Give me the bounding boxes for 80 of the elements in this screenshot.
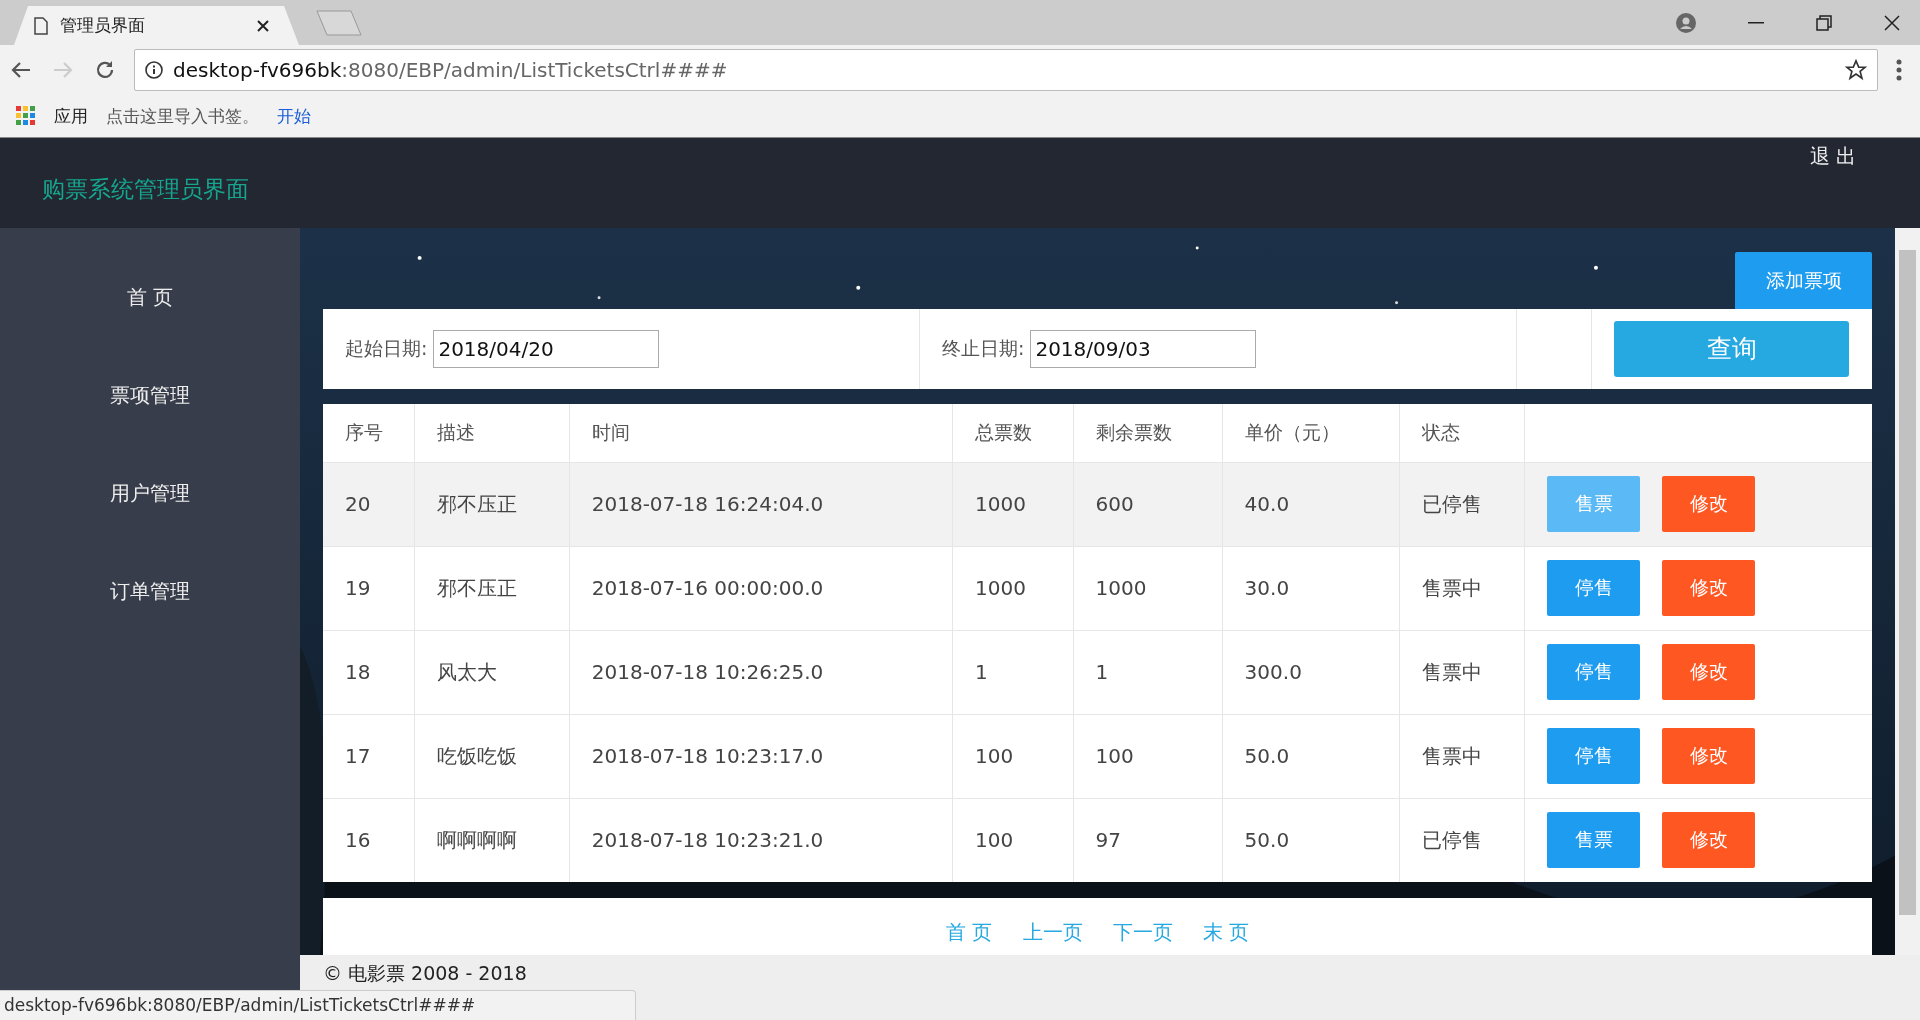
bookmark-link[interactable]: 应用 [54, 104, 88, 128]
table-cell: 100 [1073, 714, 1223, 799]
sidebar-item[interactable]: 订单管理 [0, 542, 300, 640]
table-cell: 1 [1073, 630, 1223, 715]
bookmark-hint: 点击这里导入书签。 [106, 104, 259, 128]
table-cell: 100 [952, 798, 1073, 882]
reload-icon[interactable] [95, 60, 115, 80]
sidebar-item[interactable]: 票项管理 [0, 346, 300, 444]
edit-button[interactable]: 修改 [1662, 560, 1756, 617]
table-cell: 40.0 [1222, 462, 1400, 547]
date-field[interactable]: 2018/04/20 [433, 329, 660, 368]
page-link[interactable]: 上一页 [1022, 909, 1083, 955]
back-icon[interactable] [11, 61, 31, 79]
apps-grid-icon[interactable] [16, 106, 36, 126]
page-link[interactable]: 末 页 [1202, 909, 1249, 955]
table-cell: 2018-07-16 00:00:00.0 [569, 546, 953, 631]
sale-toggle-button[interactable]: 停售 [1547, 728, 1641, 785]
edit-button[interactable]: 修改 [1662, 812, 1756, 869]
table-cell: 1000 [952, 546, 1073, 631]
page-icon [34, 16, 48, 35]
table-cell: 2018-07-18 10:26:25.0 [569, 630, 953, 715]
table-cell: 已停售 [1399, 462, 1525, 547]
sidebar-item[interactable]: 首 页 [0, 248, 300, 346]
table-cell: 18 [323, 630, 415, 715]
sidebar-item[interactable]: 用户管理 [0, 444, 300, 542]
table-cell: 19 [323, 546, 415, 631]
minimize-icon[interactable] [1748, 21, 1764, 24]
table-cell: 97 [1073, 798, 1223, 882]
table-cell: 风太大 [414, 630, 570, 715]
table-cell: 50.0 [1222, 798, 1400, 882]
table-cell: 30.0 [1222, 546, 1400, 631]
copyright-text: © 电影票 2008 - 2018 [323, 962, 527, 984]
table-cell: 600 [1073, 462, 1223, 547]
edit-button[interactable]: 修改 [1662, 644, 1756, 701]
table-cell: 售票中 [1399, 714, 1525, 799]
date-field[interactable]: 2018/09/03 [1030, 329, 1257, 368]
table-cell: 50.0 [1222, 714, 1400, 799]
info-icon[interactable] [145, 61, 163, 79]
site-title: 购票系统管理员界面 [42, 174, 249, 204]
menu-icon[interactable] [1896, 59, 1902, 81]
logout-link[interactable]: 退 出 [1803, 142, 1862, 171]
table-cell: 邪不压正 [414, 546, 570, 631]
page-link[interactable]: 首 页 [946, 909, 993, 955]
table-cell: 啊啊啊啊 [414, 798, 570, 882]
table-cell: 1 [952, 630, 1073, 715]
close-icon[interactable] [1884, 14, 1900, 31]
bookmark-link[interactable]: 开始 [277, 104, 311, 128]
table-cell: 售票中 [1399, 630, 1525, 715]
table-cell: 2018-07-18 10:23:21.0 [569, 798, 953, 882]
table-cell: 1000 [1073, 546, 1223, 631]
page-link[interactable]: 下一页 [1112, 909, 1173, 955]
close-icon[interactable] [257, 19, 269, 32]
sale-toggle-button[interactable]: 停售 [1547, 644, 1641, 701]
table-cell: 1000 [952, 462, 1073, 547]
sale-toggle-button[interactable]: 售票 [1547, 812, 1641, 869]
sale-toggle-button[interactable]: 售票 [1547, 476, 1641, 533]
table-cell: 已停售 [1399, 798, 1525, 882]
address-bar[interactable]: desktop-fv696bk:8080/EBP/admin/ListTicketsCtrl#### [134, 49, 1878, 91]
table-cell: 17 [323, 714, 415, 799]
browser-tab[interactable]: 管理员界面 [14, 6, 299, 45]
table-cell: 100 [952, 714, 1073, 799]
table-cell: 售票中 [1399, 546, 1525, 631]
sale-toggle-button[interactable]: 停售 [1547, 560, 1641, 617]
restore-icon[interactable] [1816, 14, 1832, 31]
edit-button[interactable]: 修改 [1662, 728, 1756, 785]
table-cell: 2018-07-18 16:24:04.0 [569, 462, 953, 547]
table-cell: 16 [323, 798, 415, 882]
add-ticket-button[interactable]: 添加票项 [1735, 252, 1872, 309]
profile-icon[interactable] [1676, 12, 1696, 33]
field-label: 起始日期: [345, 335, 428, 361]
table-cell: 邪不压正 [414, 462, 570, 547]
field-label: 终止日期: [942, 335, 1025, 361]
table-cell: 20 [323, 462, 415, 547]
table-cell: 2018-07-18 10:23:17.0 [569, 714, 953, 799]
table-cell: 300.0 [1222, 630, 1400, 715]
query-button[interactable]: 查询 [1614, 320, 1849, 377]
status-url: desktop-fv696bk:8080/EBP/admin/ListTicketsCtrl#### [0, 990, 636, 1020]
edit-button[interactable]: 修改 [1662, 476, 1756, 533]
star-icon[interactable] [1845, 59, 1867, 81]
table-cell: 吃饭吃饭 [414, 714, 570, 799]
